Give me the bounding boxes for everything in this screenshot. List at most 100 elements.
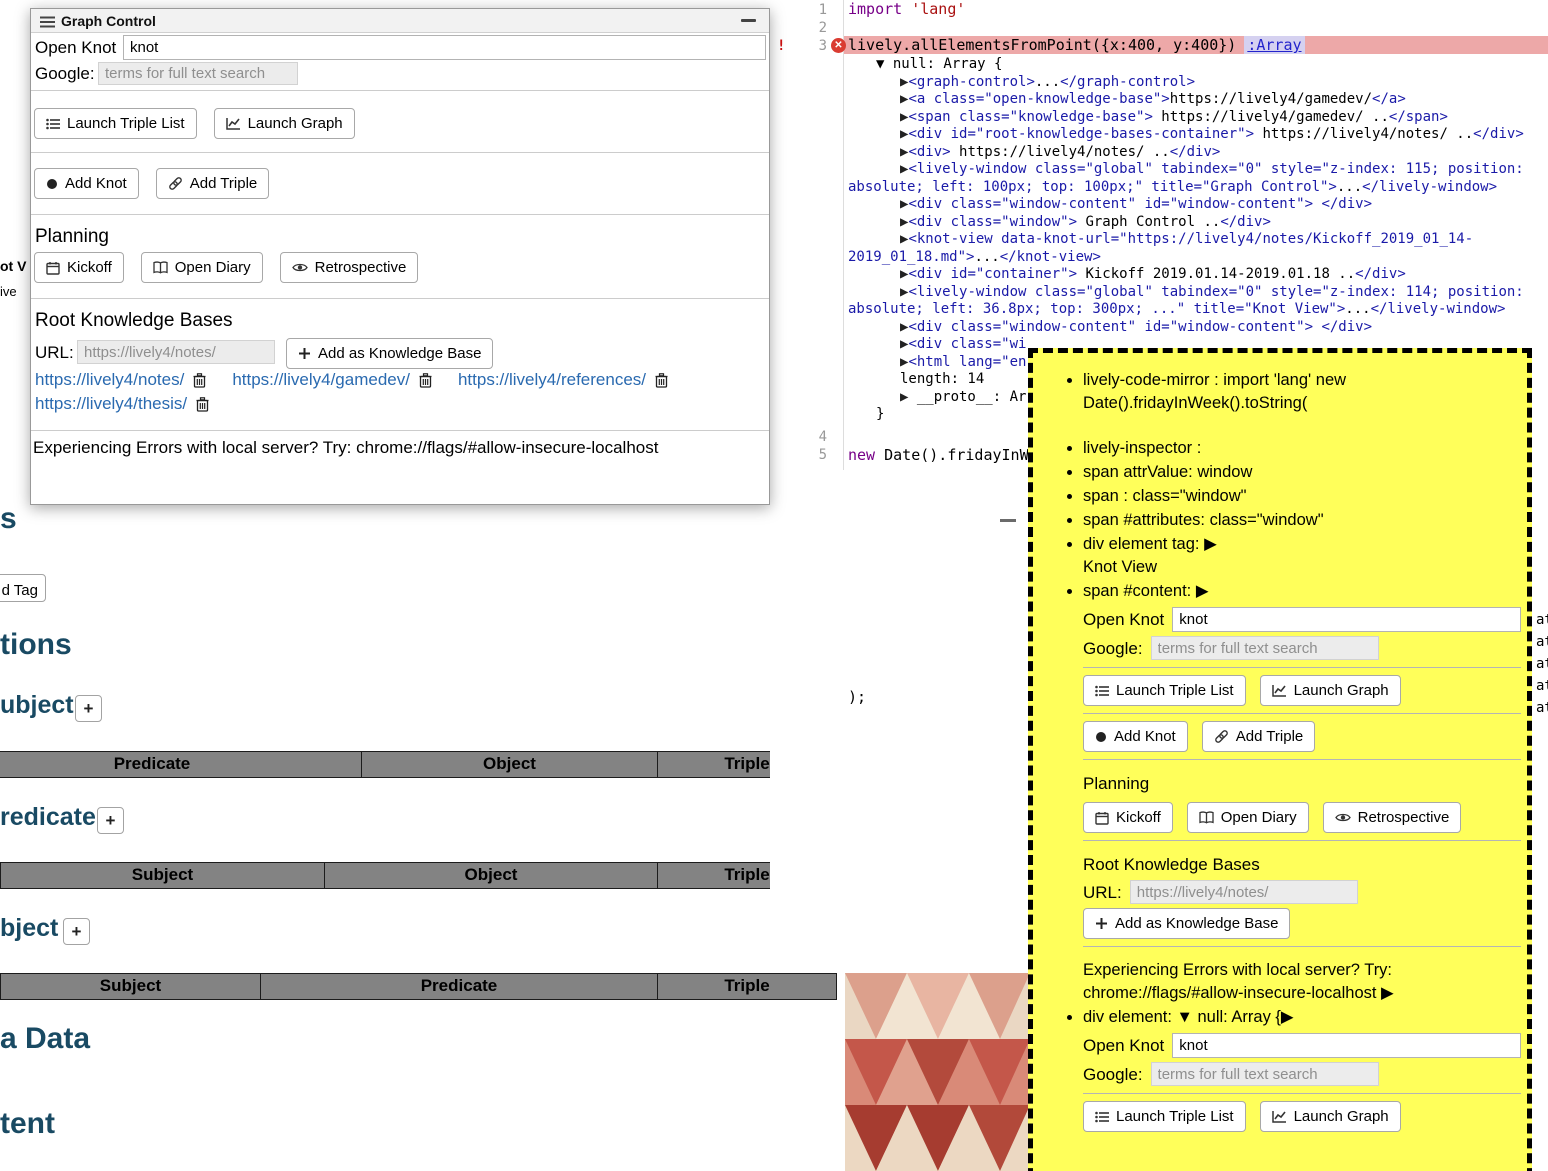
- inspector-tree-node[interactable]: ▶<lively-window class="global" tabindex=…: [848, 284, 1548, 302]
- inspector-highlight-overlay: lively-code-mirror : import 'lang' new D…: [1028, 348, 1532, 1171]
- retrospective-button[interactable]: Retrospective: [280, 252, 419, 283]
- google-search-input[interactable]: [1151, 1062, 1379, 1086]
- code-line-3[interactable]: lively.allElementsFromPoint({x:400, y:40…: [848, 36, 1305, 54]
- url-input[interactable]: [1130, 880, 1358, 904]
- add-tag-button[interactable]: d Tag: [0, 574, 46, 602]
- add-predicate-button[interactable]: +: [97, 807, 124, 834]
- inspector-tree-node[interactable]: ▶<graph-control>...</graph-control>: [848, 74, 1548, 92]
- inspector-tree-node[interactable]: ▶<div> https://lively4/notes/ ..</div>: [848, 144, 1548, 162]
- add-object-button[interactable]: +: [63, 918, 90, 945]
- circle-icon: [46, 178, 58, 190]
- trash-icon[interactable]: [419, 373, 432, 388]
- overlay-item: span #attributes: class="window": [1083, 509, 1521, 532]
- code-close-paren-line[interactable]: );: [848, 688, 866, 706]
- root-knowledge-bases-label: Root Knowledge Bases: [35, 310, 233, 332]
- separator: [1083, 759, 1521, 760]
- inspector-tree-node[interactable]: ▶<a class="open-knowledge-base">https://…: [848, 91, 1548, 109]
- kickoff-button[interactable]: Kickoff: [34, 252, 124, 283]
- launch-triple-list-button[interactable]: Launch Triple List: [1083, 675, 1246, 706]
- inspector-tree-node[interactable]: 2019_01_18.md">...</knot-view>: [848, 249, 1548, 267]
- google-search-input[interactable]: [1151, 636, 1379, 660]
- window-titlebar[interactable]: Graph Control: [31, 9, 769, 33]
- open-knot-input[interactable]: [1172, 1033, 1521, 1058]
- circle-icon: [1095, 731, 1107, 743]
- google-row: Google:: [1083, 1062, 1521, 1086]
- lively4-desktop: ot V ive s d Tag tions ubject + Predicat…: [0, 0, 1548, 1171]
- code-line-1[interactable]: import 'lang': [848, 0, 965, 18]
- retrospective-button[interactable]: Retrospective: [1323, 802, 1462, 833]
- launch-triple-list-button[interactable]: Launch Triple List: [1083, 1101, 1246, 1132]
- separator: [1083, 840, 1521, 841]
- separator: [1083, 713, 1521, 714]
- keyword-token: new: [848, 446, 875, 464]
- window-menu-icon[interactable]: [40, 15, 55, 33]
- open-diary-button[interactable]: Open Diary: [141, 252, 263, 283]
- table-header-cell: Subject: [0, 973, 261, 1000]
- launch-graph-button[interactable]: Launch Graph: [1260, 675, 1401, 706]
- line-number: 4: [770, 428, 827, 446]
- knowledge-base-link[interactable]: https://lively4/gamedev/: [232, 370, 410, 390]
- url-input[interactable]: [77, 340, 275, 364]
- planning-label: Planning: [1083, 772, 1521, 795]
- planning-buttons-row: Kickoff Open Diary Retrospective: [1083, 802, 1521, 833]
- clipped-window-title-fragment: ot V: [0, 258, 26, 274]
- add-triple-button[interactable]: Add Triple: [1202, 721, 1316, 752]
- local-server-hint: Experiencing Errors with local server? T…: [1083, 959, 1521, 1005]
- inspector-tree-node[interactable]: ▶<div class="window"> Graph Control ..</…: [848, 214, 1548, 232]
- open-knot-input[interactable]: [1172, 607, 1521, 632]
- launch-triple-list-button[interactable]: Launch Triple List: [34, 108, 197, 139]
- separator: [31, 152, 769, 153]
- add-triple-button[interactable]: Add Triple: [156, 168, 270, 199]
- minimize-dash-icon[interactable]: [1000, 519, 1016, 522]
- knowledge-base-link[interactable]: https://lively4/references/: [458, 370, 646, 390]
- add-knot-button[interactable]: Add Knot: [34, 168, 139, 199]
- open-knot-input[interactable]: [123, 35, 766, 60]
- launch-buttons-row: Launch Triple List Launch Graph: [1083, 1101, 1521, 1132]
- heading-fragment-s: s: [0, 502, 17, 536]
- add-knowledge-base-button[interactable]: Add as Knowledge Base: [1083, 908, 1290, 939]
- code-text: lively.allElementsFromPoint({x:400, y:40…: [848, 36, 1236, 54]
- code-line-5[interactable]: new Date().fridayInW: [848, 446, 1029, 464]
- planning-label: Planning: [35, 226, 109, 248]
- add-knowledge-base-button[interactable]: Add as Knowledge Base: [286, 338, 493, 369]
- inspector-tree-node[interactable]: ▶<div id="root-knowledge-bases-container…: [848, 126, 1548, 144]
- list-icon: [46, 118, 60, 130]
- trash-icon[interactable]: [196, 397, 209, 412]
- inspector-tree-node[interactable]: absolute; left: 100px; top: 100px;" titl…: [848, 179, 1548, 197]
- trash-icon[interactable]: [193, 373, 206, 388]
- overlay-item-list: lively-code-mirror : import 'lang' new D…: [1033, 369, 1521, 1132]
- eye-icon: [292, 262, 308, 273]
- inspector-tree-node[interactable]: ▶<knot-view data-knot-url="https://livel…: [848, 231, 1548, 249]
- error-close-icon[interactable]: ✕: [831, 38, 846, 53]
- minimize-button[interactable]: [741, 19, 756, 22]
- knowledge-base-item: https://lively4/references/: [458, 370, 668, 390]
- add-knot-button[interactable]: Add Knot: [1083, 721, 1188, 752]
- separator: [31, 90, 769, 91]
- knowledge-base-link[interactable]: https://lively4/notes/: [35, 370, 184, 390]
- graph-control-preview-2: Open Knot Google: Launch Triple List: [1083, 1033, 1521, 1132]
- add-subject-button[interactable]: +: [75, 695, 102, 722]
- google-search-input[interactable]: [98, 62, 298, 85]
- inspector-tree-node[interactable]: ▶<span class="knowledge-base"> https://l…: [848, 109, 1548, 127]
- gutter-divider: [843, 0, 844, 470]
- inspector-tree-node[interactable]: ▶<div id="container"> Kickoff 2019.01.14…: [848, 266, 1548, 284]
- separator: [31, 214, 769, 215]
- inspector-tree-node[interactable]: absolute; left: 36.8px; top: 300px; ..."…: [848, 301, 1548, 319]
- string-token: 'lang': [902, 0, 965, 18]
- graph-control-preview: Open Knot Google: Launch Triple List: [1083, 607, 1521, 1005]
- list-icon: [1095, 1111, 1109, 1123]
- heading-fragment-meta-data: a Data: [0, 1022, 90, 1056]
- array-annotation-chip[interactable]: :Array: [1244, 36, 1304, 54]
- inspector-tree-node[interactable]: ▶<div class="window-content" id="window-…: [848, 319, 1548, 337]
- open-diary-button[interactable]: Open Diary: [1187, 802, 1309, 833]
- launch-graph-button[interactable]: Launch Graph: [214, 108, 355, 139]
- knowledge-base-link[interactable]: https://lively4/thesis/: [35, 394, 187, 414]
- launch-graph-button[interactable]: Launch Graph: [1260, 1101, 1401, 1132]
- window-title: Graph Control: [61, 13, 156, 29]
- inspector-tree-node[interactable]: ▶<div class="window-content" id="window-…: [848, 196, 1548, 214]
- trash-icon[interactable]: [655, 373, 668, 388]
- chart-icon: [1272, 684, 1287, 697]
- inspector-tree-node[interactable]: ▼ null: Array {: [848, 56, 1548, 74]
- inspector-tree-node[interactable]: ▶<lively-window class="global" tabindex=…: [848, 161, 1548, 179]
- kickoff-button[interactable]: Kickoff: [1083, 802, 1173, 833]
